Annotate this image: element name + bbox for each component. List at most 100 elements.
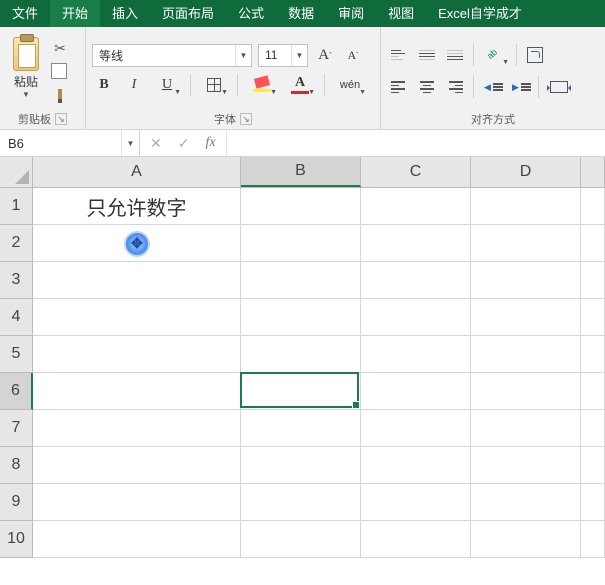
row-header-1[interactable]: 1 bbox=[0, 188, 32, 225]
cell-B2[interactable] bbox=[241, 225, 361, 262]
formula-input[interactable] bbox=[227, 130, 605, 156]
row-header-10[interactable]: 10 bbox=[0, 521, 32, 558]
cell-extra-row-8[interactable] bbox=[581, 447, 605, 484]
cells-area[interactable]: 只允许数字✥ bbox=[33, 188, 605, 585]
tab-home[interactable]: 开始 bbox=[50, 0, 100, 27]
cell-A2[interactable] bbox=[33, 225, 241, 262]
formula-enter-button[interactable]: ✓ bbox=[178, 135, 190, 152]
name-box[interactable]: B6 ▼ bbox=[0, 130, 140, 156]
cell-A5[interactable] bbox=[33, 336, 241, 373]
phonetic-dropdown-icon[interactable]: ▼ bbox=[359, 89, 366, 96]
cell-C8[interactable] bbox=[361, 447, 471, 484]
row-header-5[interactable]: 5 bbox=[0, 336, 32, 373]
font-color-dropdown-icon[interactable]: ▼ bbox=[308, 89, 315, 96]
cell-extra-row-2[interactable] bbox=[581, 225, 605, 262]
cell-D2[interactable] bbox=[471, 225, 581, 262]
cell-D7[interactable] bbox=[471, 410, 581, 447]
cell-C3[interactable] bbox=[361, 262, 471, 299]
orientation-button[interactable]: ▼ bbox=[480, 43, 510, 67]
cell-A6[interactable] bbox=[33, 373, 241, 410]
underline-button[interactable]: U▼ bbox=[152, 73, 182, 97]
tab-view[interactable]: 视图 bbox=[376, 0, 426, 27]
paste-button[interactable]: 粘贴 ▼ bbox=[6, 35, 46, 105]
merge-center-button[interactable] bbox=[545, 75, 573, 99]
align-top-button[interactable] bbox=[387, 43, 411, 67]
cell-C7[interactable] bbox=[361, 410, 471, 447]
bold-button[interactable]: B bbox=[92, 73, 116, 97]
font-size-combo[interactable]: 11 ▼ bbox=[258, 44, 308, 67]
cell-B5[interactable] bbox=[241, 336, 361, 373]
align-bottom-button[interactable] bbox=[443, 43, 467, 67]
cell-B6[interactable] bbox=[241, 373, 361, 410]
row-header-8[interactable]: 8 bbox=[0, 447, 32, 484]
wrap-text-button[interactable] bbox=[523, 43, 547, 67]
cell-B8[interactable] bbox=[241, 447, 361, 484]
cell-D10[interactable] bbox=[471, 521, 581, 558]
row-header-3[interactable]: 3 bbox=[0, 262, 32, 299]
cell-D9[interactable] bbox=[471, 484, 581, 521]
fill-color-dropdown-icon[interactable]: ▼ bbox=[270, 89, 277, 96]
cell-C10[interactable] bbox=[361, 521, 471, 558]
cell-extra-row-4[interactable] bbox=[581, 299, 605, 336]
row-header-9[interactable]: 9 bbox=[0, 484, 32, 521]
name-box-dropdown-icon[interactable]: ▼ bbox=[121, 130, 139, 156]
cell-C9[interactable] bbox=[361, 484, 471, 521]
row-header-2[interactable]: 2 bbox=[0, 225, 32, 262]
increase-font-button[interactable]: Aˆ bbox=[314, 44, 336, 67]
cell-extra-row-3[interactable] bbox=[581, 262, 605, 299]
cell-D6[interactable] bbox=[471, 373, 581, 410]
tab-review[interactable]: 审阅 bbox=[326, 0, 376, 27]
cell-A8[interactable] bbox=[33, 447, 241, 484]
italic-button[interactable]: I bbox=[122, 73, 146, 97]
column-header-C[interactable]: C bbox=[361, 157, 471, 187]
cell-C4[interactable] bbox=[361, 299, 471, 336]
increase-indent-button[interactable]: ▶ bbox=[508, 75, 532, 99]
align-right-button[interactable] bbox=[443, 75, 467, 99]
cell-B4[interactable] bbox=[241, 299, 361, 336]
borders-button[interactable]: ▼ bbox=[199, 73, 229, 97]
cell-extra-row-5[interactable] bbox=[581, 336, 605, 373]
cell-B10[interactable] bbox=[241, 521, 361, 558]
column-header-B[interactable]: B bbox=[241, 157, 361, 187]
decrease-indent-button[interactable]: ◀ bbox=[480, 75, 504, 99]
row-header-7[interactable]: 7 bbox=[0, 410, 32, 447]
cell-D5[interactable] bbox=[471, 336, 581, 373]
align-left-button[interactable] bbox=[387, 75, 411, 99]
cell-A4[interactable] bbox=[33, 299, 241, 336]
cell-extra-row-6[interactable] bbox=[581, 373, 605, 410]
cell-A9[interactable] bbox=[33, 484, 241, 521]
cell-B7[interactable] bbox=[241, 410, 361, 447]
font-name-dropdown-icon[interactable]: ▼ bbox=[235, 45, 251, 66]
formula-cancel-button[interactable]: ✕ bbox=[150, 135, 162, 152]
cell-C5[interactable] bbox=[361, 336, 471, 373]
copy-button[interactable] bbox=[50, 63, 70, 81]
row-header-6[interactable]: 6 bbox=[0, 373, 33, 410]
clipboard-launcher[interactable]: ↘ bbox=[55, 113, 67, 125]
format-painter-button[interactable] bbox=[50, 87, 70, 105]
cell-D1[interactable] bbox=[471, 188, 581, 225]
cell-A3[interactable] bbox=[33, 262, 241, 299]
cell-extra-row-9[interactable] bbox=[581, 484, 605, 521]
cell-A10[interactable] bbox=[33, 521, 241, 558]
row-header-4[interactable]: 4 bbox=[0, 299, 32, 336]
tab-custom[interactable]: Excel自学成才 bbox=[426, 0, 526, 27]
cell-B9[interactable] bbox=[241, 484, 361, 521]
column-header-extra[interactable] bbox=[581, 157, 605, 187]
font-launcher[interactable]: ↘ bbox=[240, 113, 252, 125]
orientation-dropdown-icon[interactable]: ▼ bbox=[502, 59, 509, 66]
tab-insert[interactable]: 插入 bbox=[100, 0, 150, 27]
cell-D4[interactable] bbox=[471, 299, 581, 336]
cell-D3[interactable] bbox=[471, 262, 581, 299]
align-center-button[interactable] bbox=[415, 75, 439, 99]
tab-page-layout[interactable]: 页面布局 bbox=[150, 0, 226, 27]
font-color-button[interactable]: A ▼ bbox=[284, 73, 316, 97]
align-middle-button[interactable] bbox=[415, 43, 439, 67]
select-all-corner[interactable] bbox=[0, 157, 33, 188]
column-header-A[interactable]: A bbox=[33, 157, 241, 187]
cell-A1[interactable]: 只允许数字 bbox=[33, 188, 241, 225]
cell-extra-row-10[interactable] bbox=[581, 521, 605, 558]
cell-A7[interactable] bbox=[33, 410, 241, 447]
phonetic-button[interactable]: wén▼ bbox=[333, 73, 367, 97]
borders-dropdown-icon[interactable]: ▼ bbox=[221, 89, 228, 96]
tab-file[interactable]: 文件 bbox=[0, 0, 50, 27]
